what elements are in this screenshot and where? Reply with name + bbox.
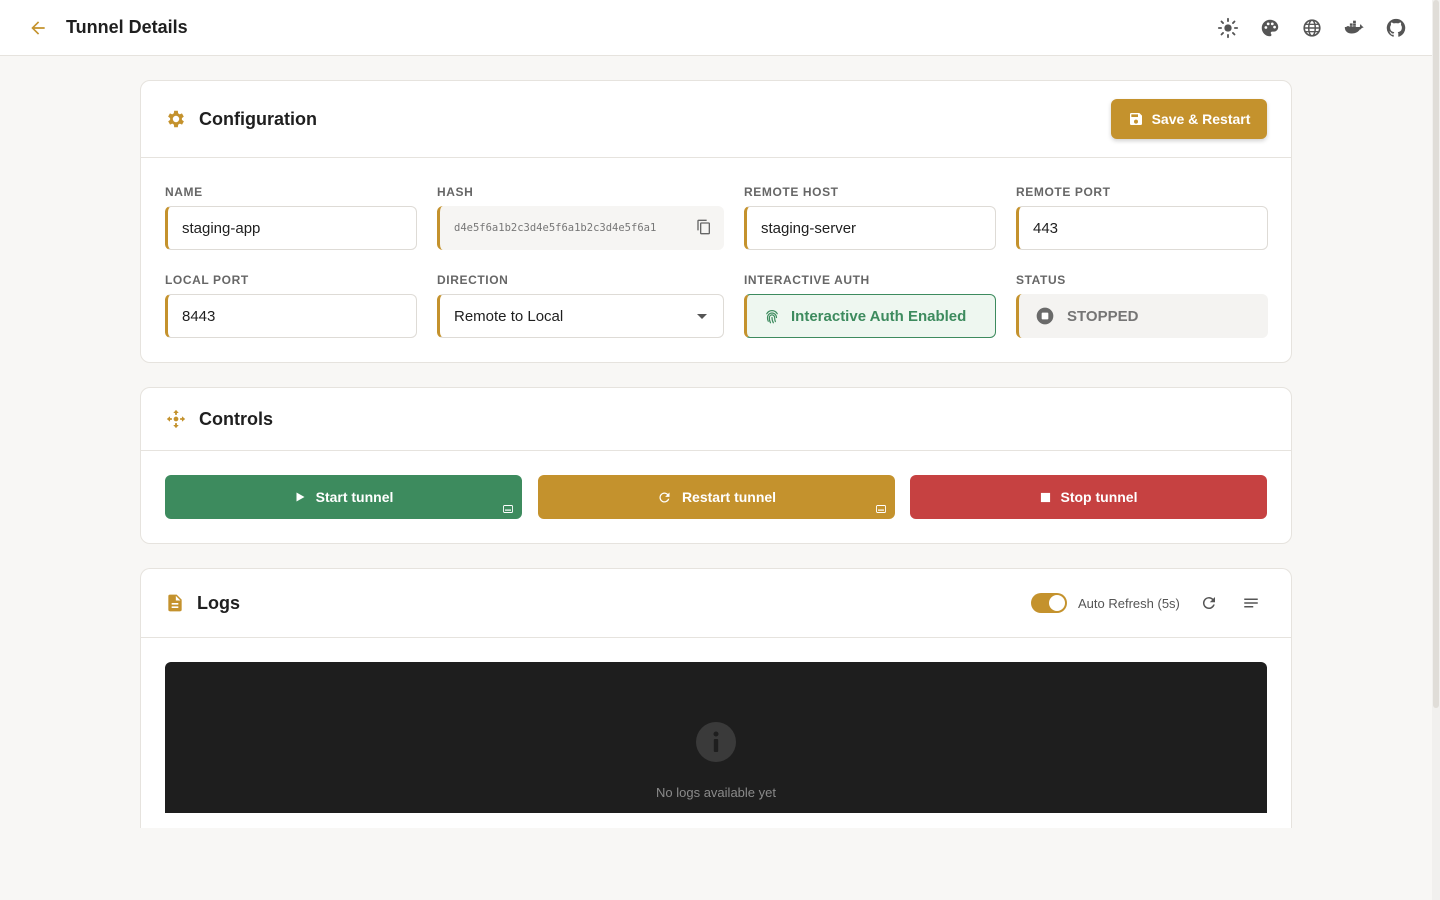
github-button[interactable]	[1384, 16, 1408, 40]
scrollbar-track[interactable]	[1432, 0, 1440, 900]
local-port-value: 8443	[182, 307, 216, 325]
logs-header: Logs Auto Refresh (5s)	[141, 569, 1291, 638]
direction-label: DIRECTION	[437, 273, 509, 287]
remote-host-field[interactable]: staging-server	[744, 206, 996, 250]
docker-button[interactable]	[1342, 16, 1366, 40]
refresh-logs-button[interactable]	[1199, 593, 1219, 613]
save-restart-label: Save & Restart	[1151, 111, 1251, 127]
hash-value: d4e5f6a1b2c3d4e5f6a1b2c3d4e5f6a1	[454, 222, 657, 234]
info-icon	[696, 722, 736, 762]
logs-empty-text: No logs available yet	[656, 785, 776, 800]
github-icon	[1386, 18, 1406, 37]
status-field: STOPPED	[1016, 294, 1268, 338]
globe-icon	[1303, 19, 1321, 37]
save-icon	[1129, 113, 1142, 125]
restart-tunnel-button[interactable]: Restart tunnel	[538, 475, 895, 519]
logs-card: Logs Auto Refresh (5s) No logs available…	[140, 568, 1292, 828]
local-port-label: LOCAL PORT	[165, 273, 249, 287]
hash-label: HASH	[437, 185, 474, 199]
local-port-field[interactable]: 8443	[165, 294, 417, 338]
docker-icon	[1344, 20, 1364, 34]
remote-host-value: staging-server	[761, 219, 857, 237]
gear-icon	[168, 110, 184, 128]
palette-button[interactable]	[1258, 16, 1282, 40]
name-label: NAME	[165, 185, 203, 199]
page-title: Tunnel Details	[66, 17, 188, 37]
refresh-icon	[1202, 597, 1215, 610]
move-icon	[166, 409, 186, 429]
start-tunnel-label: Start tunnel	[315, 489, 394, 505]
copy-icon[interactable]	[696, 219, 712, 235]
status-label: STATUS	[1016, 273, 1066, 287]
chevron-down-icon	[697, 314, 707, 319]
status-value: STOPPED	[1067, 307, 1139, 325]
start-tunnel-button[interactable]: Start tunnel	[165, 475, 522, 519]
theme-toggle-button[interactable]	[1216, 16, 1240, 40]
top-bar: Tunnel Details	[0, 0, 1432, 56]
scrollbar-thumb[interactable]	[1433, 0, 1439, 708]
stop-circle-icon	[1036, 307, 1054, 325]
back-button[interactable]	[26, 16, 50, 40]
document-icon	[168, 594, 182, 612]
palette-icon	[1261, 19, 1279, 37]
lines-icon	[1244, 598, 1258, 608]
toggle-knob	[1049, 595, 1065, 611]
sun-icon	[1217, 17, 1239, 39]
controls-title: Controls	[199, 408, 273, 429]
logs-title: Logs	[197, 592, 240, 613]
wrap-lines-button[interactable]	[1241, 593, 1261, 613]
remote-port-value: 443	[1033, 219, 1059, 237]
stop-tunnel-label: Stop tunnel	[1060, 489, 1138, 505]
remote-port-field[interactable]: 443	[1016, 206, 1268, 250]
stop-tunnel-button[interactable]: Stop tunnel	[910, 475, 1267, 519]
configuration-title: Configuration	[199, 108, 317, 129]
controls-card: Controls Start tunnel Restart tunnel Sto…	[140, 387, 1292, 544]
logs-output[interactable]: No logs available yet	[165, 662, 1267, 813]
direction-value: Remote to Local	[454, 307, 564, 325]
stop-icon	[1040, 492, 1050, 502]
interactive-auth-toggle[interactable]: Interactive Auth Enabled	[744, 294, 996, 338]
name-value: staging-app	[182, 219, 261, 237]
refresh-icon	[659, 492, 670, 503]
language-button[interactable]	[1300, 16, 1324, 40]
arrow-left-icon	[31, 21, 45, 35]
auto-refresh-label: Auto Refresh (5s)	[1078, 596, 1180, 611]
restart-tunnel-label: Restart tunnel	[681, 489, 777, 505]
remote-host-label: REMOTE HOST	[744, 185, 839, 199]
configuration-header: Configuration Save & Restart	[141, 81, 1291, 158]
remote-port-label: REMOTE PORT	[1016, 185, 1111, 199]
top-actions	[1216, 16, 1408, 40]
keyboard-icon	[503, 505, 513, 513]
configuration-card: Configuration Save & Restart NAME stagin…	[140, 80, 1292, 363]
save-restart-button[interactable]: Save & Restart	[1111, 99, 1267, 139]
name-field[interactable]: staging-app	[165, 206, 417, 250]
auto-refresh-toggle[interactable]	[1031, 593, 1067, 613]
interactive-auth-value: Interactive Auth Enabled	[791, 307, 967, 325]
hash-field: d4e5f6a1b2c3d4e5f6a1b2c3d4e5f6a1	[437, 206, 724, 250]
direction-select[interactable]: Remote to Local	[437, 294, 724, 338]
play-icon	[296, 492, 305, 502]
fingerprint-icon	[766, 310, 778, 324]
keyboard-icon	[876, 505, 886, 513]
controls-header: Controls	[141, 388, 1291, 451]
interactive-auth-label: INTERACTIVE AUTH	[744, 273, 870, 287]
